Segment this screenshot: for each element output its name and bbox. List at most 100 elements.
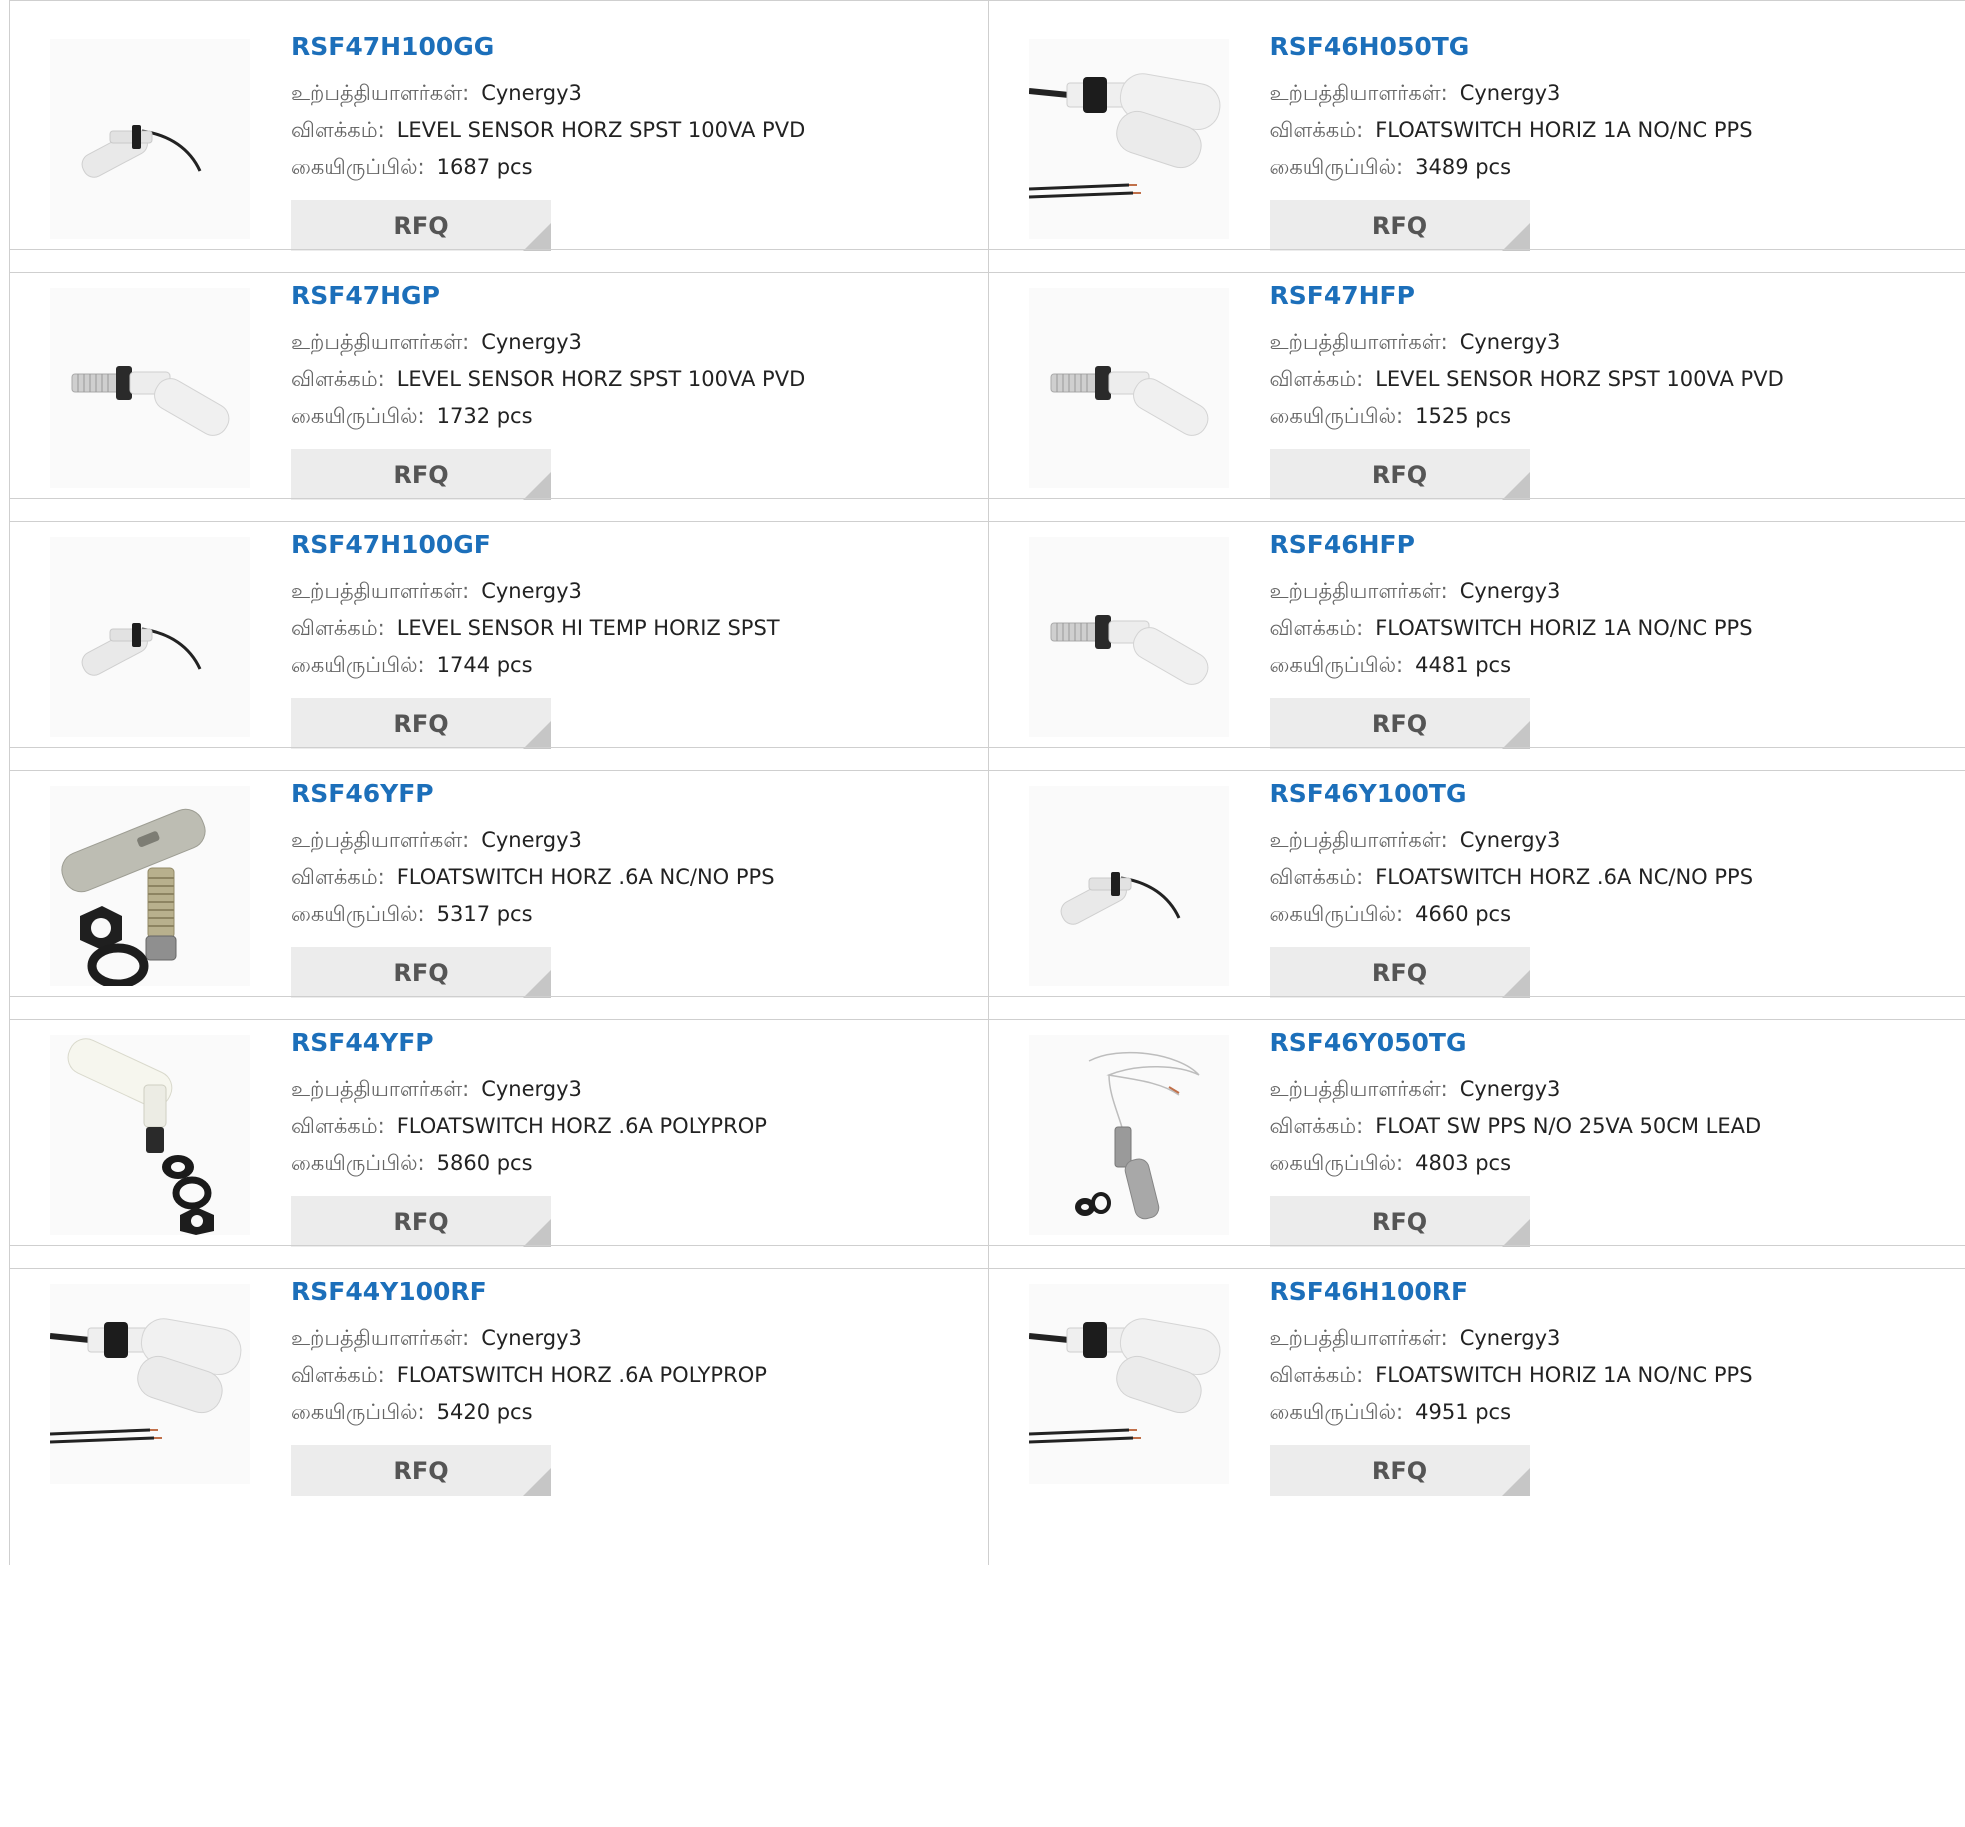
description-label: விளக்கம்: xyxy=(291,1363,385,1387)
stock-line: கையிருப்பில்: 1732 pcs xyxy=(291,398,951,435)
rfq-button[interactable]: RFQ xyxy=(1269,200,1530,251)
description-value: FLOATSWITCH HORIZ 1A NO/NC PPS xyxy=(1375,1363,1753,1387)
stock-value: 4951 pcs xyxy=(1415,1400,1512,1424)
product-card: RSF46H050TG உற்பத்தியாளர்கள்: Cynergy3 விளக… xyxy=(987,1,1965,272)
product-image[interactable] xyxy=(1028,537,1229,737)
product-image[interactable] xyxy=(1028,786,1229,986)
product-card: RSF44Y100RF உற்பத்தியாளர்கள்: Cynergy3 விளக… xyxy=(10,1246,988,1565)
rfq-button[interactable]: RFQ xyxy=(1269,1196,1530,1247)
stock-label: கையிருப்பில்: xyxy=(291,902,425,926)
stock-value: 5860 pcs xyxy=(436,1151,533,1175)
product-part-number-link[interactable]: RSF46HFP xyxy=(1270,527,1930,563)
manufacturer-value: Cynergy3 xyxy=(1459,828,1561,852)
product-info: RSF47H100GF உற்பத்தியாளர்கள்: Cynergy3 விளக… xyxy=(291,527,951,749)
product-image[interactable] xyxy=(50,39,250,239)
product-info: RSF46YFP உற்பத்தியாளர்கள்: Cynergy3 விளக்கம… xyxy=(291,776,951,998)
product-image[interactable] xyxy=(50,537,250,737)
stock-label: கையிருப்பில்: xyxy=(1269,155,1404,179)
product-info: RSF47HFP உற்பத்தியாளர்கள்: Cynergy3 விளக்கம… xyxy=(1269,278,1930,500)
product-info: RSF47H100GG உற்பத்தியாளர்கள்: Cynergy3 விளக… xyxy=(291,29,951,251)
rfq-button[interactable]: RFQ xyxy=(291,698,551,749)
rfq-button[interactable]: RFQ xyxy=(291,947,551,998)
description-label: விளக்கம்: xyxy=(291,367,385,391)
stock-label: கையிருப்பில்: xyxy=(291,155,425,179)
description-line: விளக்கம்: FLOATSWITCH HORIZ 1A NO/NC PPS xyxy=(1270,112,1930,149)
stock-value: 4660 pcs xyxy=(1415,902,1512,926)
product-row: RSF44YFP உற்பத்தியாளர்கள்: Cynergy3 விளக்கம… xyxy=(9,996,1965,1269)
product-row: RSF47H100GF உற்பத்தியாளர்கள்: Cynergy3 விளக… xyxy=(9,498,1965,771)
description-label: விளக்கம்: xyxy=(1269,118,1364,142)
manufacturer-label: உற்பத்தியாளர்கள்: xyxy=(291,579,470,603)
stock-value: 4481 pcs xyxy=(1415,653,1512,677)
description-label: விளக்கம்: xyxy=(291,118,385,142)
product-part-number-link[interactable]: RSF44YFP xyxy=(291,1025,951,1061)
rfq-button[interactable]: RFQ xyxy=(291,1196,551,1247)
product-image[interactable] xyxy=(50,786,250,986)
manufacturer-label: உற்பத்தியாளர்கள்: xyxy=(1269,1077,1448,1101)
rfq-button-label: RFQ xyxy=(393,958,449,987)
manufacturer-label: உற்பத்தியாளர்கள்: xyxy=(291,828,470,852)
product-info: RSF46Y050TG உற்பத்தியாளர்கள்: Cynergy3 விளக… xyxy=(1269,1025,1930,1247)
rfq-button-label: RFQ xyxy=(1371,958,1428,987)
product-part-number-link[interactable]: RSF46Y050TG xyxy=(1270,1025,1930,1061)
rfq-button-label: RFQ xyxy=(393,709,449,738)
rfq-corner-triangle xyxy=(1501,223,1530,251)
product-part-number-link[interactable]: RSF47H100GF xyxy=(291,527,951,563)
product-image[interactable] xyxy=(50,288,250,488)
product-part-number-link[interactable]: RSF47HFP xyxy=(1270,278,1930,314)
product-info: RSF44YFP உற்பத்தியாளர்கள்: Cynergy3 விளக்கம… xyxy=(291,1025,951,1247)
description-line: விளக்கம்: FLOATSWITCH HORZ .6A POLYPROP xyxy=(291,1357,951,1394)
product-row: RSF46YFP உற்பத்தியாளர்கள்: Cynergy3 விளக்கம… xyxy=(9,747,1965,1020)
stock-line: கையிருப்பில்: 1687 pcs xyxy=(291,149,951,186)
product-image[interactable] xyxy=(50,1035,250,1235)
rfq-button[interactable]: RFQ xyxy=(291,200,551,251)
rfq-button[interactable]: RFQ xyxy=(1269,449,1530,500)
description-label: விளக்கம்: xyxy=(291,1114,385,1138)
stock-label: கையிருப்பில்: xyxy=(1269,1400,1404,1424)
manufacturer-line: உற்பத்தியாளர்கள்: Cynergy3 xyxy=(291,573,951,610)
product-card: RSF47H100GF உற்பத்தியாளர்கள்: Cynergy3 விளக… xyxy=(10,499,988,770)
rfq-corner-triangle xyxy=(523,1468,551,1496)
rfq-button[interactable]: RFQ xyxy=(291,1445,551,1496)
manufacturer-label: உற்பத்தியாளர்கள்: xyxy=(291,1326,470,1350)
product-part-number-link[interactable]: RSF47H100GG xyxy=(291,29,951,65)
description-line: விளக்கம்: FLOAT SW PPS N/O 25VA 50CM LEAD xyxy=(1270,1108,1930,1145)
product-image[interactable] xyxy=(1028,1284,1229,1484)
large-float-wires-icon xyxy=(1028,1284,1229,1484)
product-part-number-link[interactable]: RSF46H100RF xyxy=(1270,1274,1930,1310)
description-line: விளக்கம்: FLOATSWITCH HORIZ 1A NO/NC PPS xyxy=(1270,1357,1930,1394)
product-part-number-link[interactable]: RSF46H050TG xyxy=(1270,29,1930,65)
manufacturer-value: Cynergy3 xyxy=(481,828,582,852)
rfq-button-label: RFQ xyxy=(1371,1456,1428,1485)
product-image[interactable] xyxy=(1028,1035,1229,1235)
manufacturer-value: Cynergy3 xyxy=(1459,330,1561,354)
threaded-float-icon xyxy=(50,288,250,488)
rfq-button[interactable]: RFQ xyxy=(1269,1445,1530,1496)
manufacturer-value: Cynergy3 xyxy=(481,1326,582,1350)
product-info: RSF46HFP உற்பத்தியாளர்கள்: Cynergy3 விளக்கம… xyxy=(1269,527,1930,749)
product-image[interactable] xyxy=(1028,288,1229,488)
manufacturer-value: Cynergy3 xyxy=(1459,81,1561,105)
description-value: LEVEL SENSOR HORZ SPST 100VA PVD xyxy=(396,118,806,142)
product-card: RSF47HFP உற்பத்தியாளர்கள்: Cynergy3 விளக்கம… xyxy=(987,250,1965,521)
rfq-button-label: RFQ xyxy=(1371,709,1428,738)
rfq-button[interactable]: RFQ xyxy=(1269,698,1530,749)
description-value: FLOATSWITCH HORIZ 1A NO/NC PPS xyxy=(1375,118,1753,142)
rfq-button-label: RFQ xyxy=(1371,211,1428,240)
manufacturer-line: உற்பத்தியாளர்கள்: Cynergy3 xyxy=(1270,573,1930,610)
description-label: விளக்கம்: xyxy=(1269,1363,1364,1387)
product-image[interactable] xyxy=(50,1284,250,1484)
product-part-number-link[interactable]: RSF46Y100TG xyxy=(1270,776,1930,812)
description-label: விளக்கம்: xyxy=(1269,616,1364,640)
manufacturer-line: உற்பத்தியாளர்கள்: Cynergy3 xyxy=(1270,324,1930,361)
manufacturer-value: Cynergy3 xyxy=(481,579,582,603)
manufacturer-line: உற்பத்தியாளர்கள்: Cynergy3 xyxy=(1270,1071,1930,1108)
description-line: விளக்கம்: LEVEL SENSOR HORZ SPST 100VA PV… xyxy=(291,112,951,149)
product-image[interactable] xyxy=(1028,39,1229,239)
rfq-button[interactable]: RFQ xyxy=(1269,947,1530,998)
product-part-number-link[interactable]: RSF44Y100RF xyxy=(291,1274,951,1310)
product-part-number-link[interactable]: RSF46YFP xyxy=(291,776,951,812)
rfq-button[interactable]: RFQ xyxy=(291,449,551,500)
description-value: LEVEL SENSOR HORZ SPST 100VA PVD xyxy=(396,367,806,391)
product-part-number-link[interactable]: RSF47HGP xyxy=(291,278,951,314)
